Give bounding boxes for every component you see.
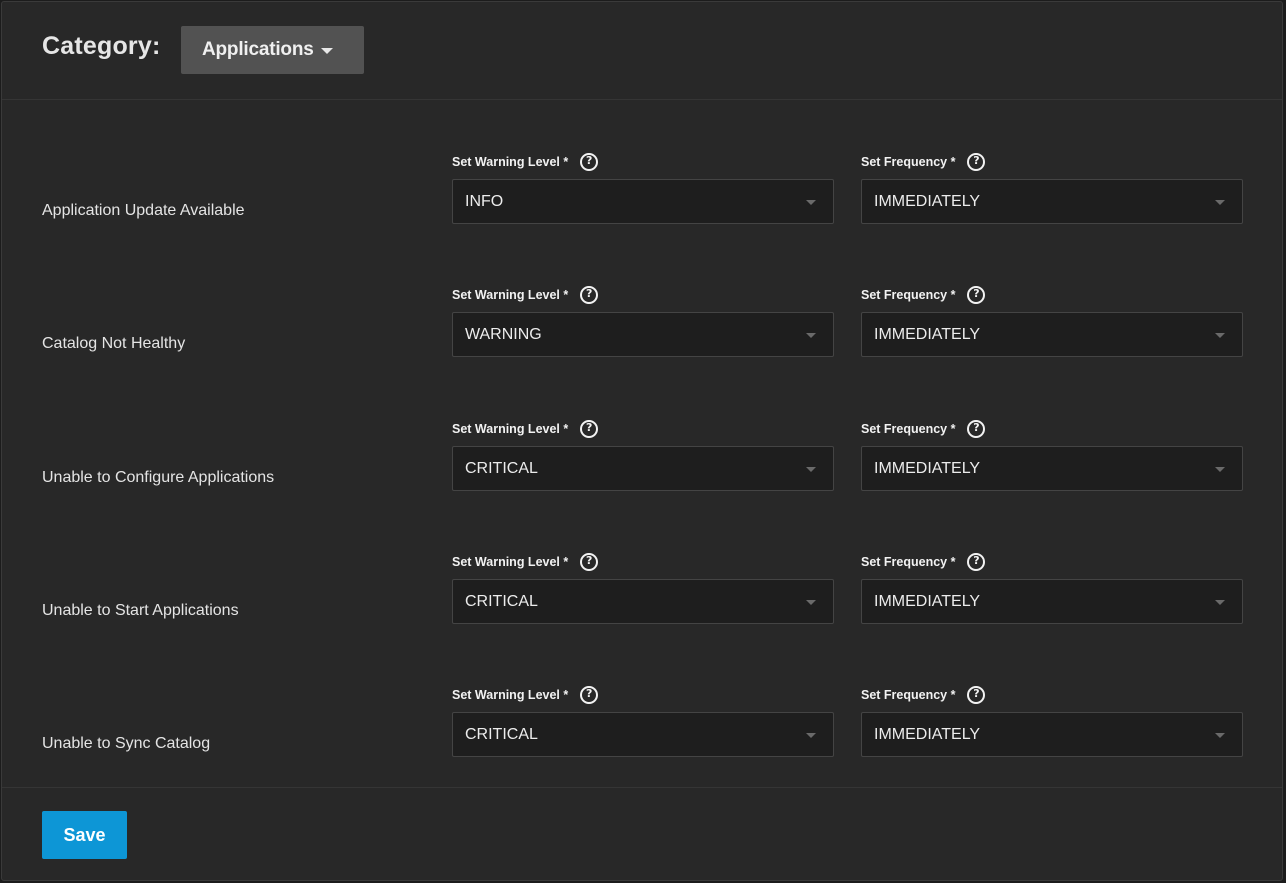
category-select-button[interactable]: Applications	[181, 26, 364, 74]
help-circle-icon[interactable]	[580, 286, 599, 304]
alert-name: Unable to Start Applications	[42, 602, 239, 619]
frequency-select[interactable]: IMMEDIATELY	[861, 579, 1243, 624]
frequency-label: Set Frequency *	[861, 419, 986, 439]
warning-level-label: Set Warning Level *	[452, 152, 599, 172]
alert-row-unable-to-configure-applications: Unable to Configure Applications Set War…	[2, 419, 1282, 529]
frequency-value: IMMEDIATELY	[874, 725, 981, 743]
help-circle-icon[interactable]	[967, 286, 986, 304]
warning-level-label-text: Set Warning Level *	[452, 555, 569, 569]
alert-row-application-update-available: Application Update Available Set Warning…	[2, 152, 1282, 262]
save-button[interactable]: Save	[42, 811, 127, 859]
warning-level-label-text: Set Warning Level *	[452, 422, 569, 436]
help-circle-icon[interactable]	[967, 553, 986, 571]
help-circle-icon[interactable]	[580, 420, 599, 438]
dropdown-arrow-icon	[1215, 600, 1225, 605]
help-circle-icon[interactable]	[580, 553, 599, 571]
warning-level-label: Set Warning Level *	[452, 552, 599, 572]
help-circle-icon[interactable]	[967, 686, 986, 704]
dropdown-arrow-icon	[806, 600, 816, 605]
help-circle-icon[interactable]	[967, 420, 986, 438]
card-header: Category: Applications	[2, 2, 1282, 100]
frequency-label-text: Set Frequency *	[861, 155, 956, 169]
warning-level-value: CRITICAL	[465, 592, 538, 610]
alert-name: Unable to Configure Applications	[42, 469, 275, 486]
dropdown-arrow-icon	[806, 200, 816, 205]
alert-row-unable-to-sync-catalog: Unable to Sync Catalog Set Warning Level…	[2, 685, 1282, 795]
caret-down-icon	[321, 48, 333, 54]
warning-level-select[interactable]: CRITICAL	[452, 579, 834, 624]
warning-level-value: CRITICAL	[465, 459, 538, 477]
category-value: Applications	[202, 39, 314, 60]
frequency-value: IMMEDIATELY	[874, 325, 981, 343]
warning-level-label-text: Set Warning Level *	[452, 155, 569, 169]
frequency-label-text: Set Frequency *	[861, 688, 956, 702]
warning-level-label-text: Set Warning Level *	[452, 688, 569, 702]
alert-row-unable-to-start-applications: Unable to Start Applications Set Warning…	[2, 552, 1282, 662]
frequency-label-text: Set Frequency *	[861, 555, 956, 569]
frequency-label: Set Frequency *	[861, 152, 986, 172]
help-circle-icon[interactable]	[967, 153, 986, 171]
warning-level-label: Set Warning Level *	[452, 285, 599, 305]
frequency-select[interactable]: IMMEDIATELY	[861, 312, 1243, 357]
warning-level-select[interactable]: INFO	[452, 179, 834, 224]
warning-level-select[interactable]: CRITICAL	[452, 712, 834, 757]
frequency-select[interactable]: IMMEDIATELY	[861, 712, 1243, 757]
warning-level-value: WARNING	[465, 325, 542, 343]
frequency-label: Set Frequency *	[861, 685, 986, 705]
frequency-label-text: Set Frequency *	[861, 288, 956, 302]
alert-name: Catalog Not Healthy	[42, 335, 186, 352]
dropdown-arrow-icon	[806, 733, 816, 738]
warning-level-select[interactable]: CRITICAL	[452, 446, 834, 491]
warning-level-label: Set Warning Level *	[452, 685, 599, 705]
frequency-label-text: Set Frequency *	[861, 422, 956, 436]
dropdown-arrow-icon	[1215, 200, 1225, 205]
dropdown-arrow-icon	[1215, 733, 1225, 738]
alert-name: Application Update Available	[42, 202, 245, 219]
frequency-select[interactable]: IMMEDIATELY	[861, 446, 1243, 491]
help-circle-icon[interactable]	[580, 153, 599, 171]
warning-level-label: Set Warning Level *	[452, 419, 599, 439]
warning-level-select[interactable]: WARNING	[452, 312, 834, 357]
card-footer-divider	[2, 787, 1282, 788]
warning-level-value: CRITICAL	[465, 725, 538, 743]
warning-level-label-text: Set Warning Level *	[452, 288, 569, 302]
frequency-select[interactable]: IMMEDIATELY	[861, 179, 1243, 224]
warning-level-value: INFO	[465, 192, 504, 210]
frequency-value: IMMEDIATELY	[874, 192, 981, 210]
frequency-value: IMMEDIATELY	[874, 592, 981, 610]
category-label: Category:	[42, 32, 161, 60]
dropdown-arrow-icon	[806, 467, 816, 472]
alert-row-catalog-not-healthy: Catalog Not Healthy Set Warning Level * …	[2, 285, 1282, 395]
frequency-label: Set Frequency *	[861, 285, 986, 305]
alert-name: Unable to Sync Catalog	[42, 735, 211, 752]
frequency-value: IMMEDIATELY	[874, 459, 981, 477]
dropdown-arrow-icon	[806, 333, 816, 338]
frequency-label: Set Frequency *	[861, 552, 986, 572]
dropdown-arrow-icon	[1215, 467, 1225, 472]
help-circle-icon[interactable]	[580, 686, 599, 704]
alert-settings-card: Category: Applications Application Updat…	[1, 1, 1283, 881]
dropdown-arrow-icon	[1215, 333, 1225, 338]
